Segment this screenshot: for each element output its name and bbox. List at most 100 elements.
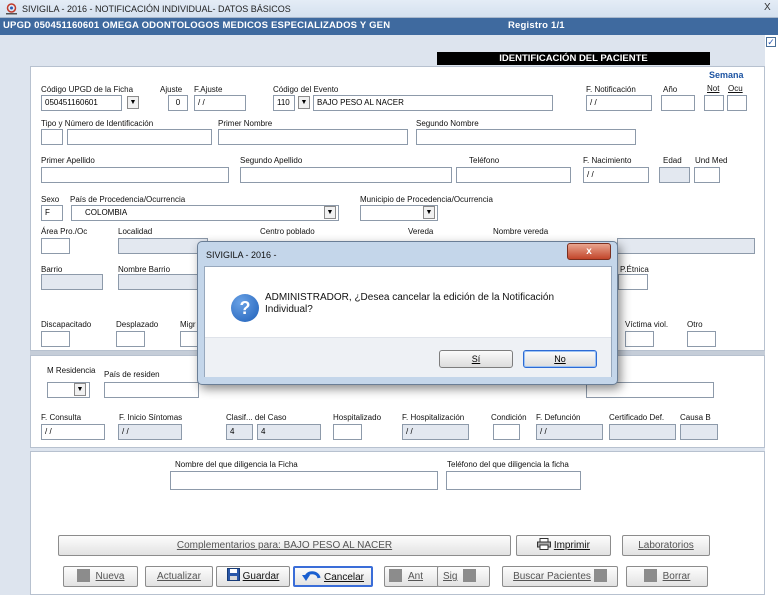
semana-ocu-field[interactable]: [727, 95, 747, 111]
window-close-button[interactable]: X: [764, 2, 771, 13]
semana-label: Semana: [709, 70, 744, 80]
search-patient-icon: [593, 569, 607, 582]
area-field[interactable]: [41, 238, 70, 254]
certificado-label: Certificado Def.: [609, 413, 665, 422]
otro-field[interactable]: [687, 331, 716, 347]
evento-nombre-field[interactable]: BAJO PESO AL NACER: [313, 95, 553, 111]
dialog-body: ? ADMINISTRADOR, ¿Desea cancelar la edic…: [204, 266, 612, 377]
yes-button[interactable]: Sí: [439, 350, 513, 368]
f-defuncion-label: F. Defunción: [536, 413, 581, 422]
telefono-field[interactable]: [456, 167, 571, 183]
borrar-button[interactable]: Borrar: [626, 566, 708, 587]
tipo-id-field[interactable]: [41, 129, 63, 145]
nueva-label: Nueva: [95, 571, 125, 582]
ajuste-field[interactable]: 0: [168, 95, 188, 111]
hospitalizado-label: Hospitalizado: [333, 413, 382, 422]
p-etnica-field[interactable]: [618, 274, 648, 290]
municipio-dropdown[interactable]: ▼: [423, 206, 435, 219]
migrante-label: Migr: [180, 320, 196, 329]
numero-id-field[interactable]: [67, 129, 212, 145]
pais-field[interactable]: COLOMBIA: [71, 205, 339, 221]
codigo-evento-field[interactable]: 110: [273, 95, 295, 111]
actualizar-button[interactable]: Actualizar: [145, 566, 213, 587]
f-notificacion-field[interactable]: / /: [586, 95, 652, 111]
tipo-id-label: Tipo y Número de Identificación: [41, 119, 154, 128]
diligencia-tel-label: Teléfono del que diligencia la ficha: [447, 460, 569, 469]
cancelar-button[interactable]: Cancelar: [293, 566, 373, 587]
anio-field[interactable]: [661, 95, 695, 111]
clasif-field-1: 4: [226, 424, 253, 440]
pais-residencia-field[interactable]: [104, 382, 199, 398]
no-button[interactable]: No: [523, 350, 597, 368]
diligencia-tel-field[interactable]: [446, 471, 581, 490]
f-nacimiento-field[interactable]: / /: [583, 167, 649, 183]
f-defuncion-field: / /: [536, 424, 603, 440]
imprimir-label: Imprimir: [553, 540, 590, 551]
pais-label: País de Procedencia/Ocurrencia: [70, 195, 186, 204]
complementarios-button[interactable]: Complementarios para: BAJO PESO AL NACER: [58, 535, 511, 556]
f-consulta-field[interactable]: / /: [41, 424, 105, 440]
semana-not-field[interactable]: [704, 95, 724, 111]
delete-icon: [643, 569, 657, 582]
desplazado-field[interactable]: [116, 331, 145, 347]
condicion-label: Condición: [491, 413, 527, 422]
f-consulta-label: F. Consulta: [41, 413, 82, 422]
codigo-evento-dropdown[interactable]: ▼: [298, 96, 310, 109]
ajuste-label: Ajuste: [160, 85, 183, 94]
primer-nombre-field[interactable]: [218, 129, 408, 145]
nombre-barrio-field: [118, 274, 208, 290]
ant-button[interactable]: Ant: [384, 566, 439, 587]
laboratorios-label: Laboratorios: [638, 540, 694, 551]
not-label: Not: [707, 84, 720, 93]
registro-counter: Registro 1/1: [508, 20, 565, 31]
buscar-pacientes-button[interactable]: Buscar Pacientes: [502, 566, 618, 587]
sig-button[interactable]: Sig: [437, 566, 490, 587]
diligencia-nombre-field[interactable]: [170, 471, 438, 490]
new-icon: [76, 569, 90, 582]
centro-poblado-label: Centro poblado: [260, 227, 315, 236]
segundo-apellido-label: Segundo Apellido: [240, 156, 303, 165]
question-icon: ?: [231, 294, 259, 322]
prev-icon: [389, 569, 402, 582]
segundo-apellido-field[interactable]: [240, 167, 452, 183]
f-ajuste-field[interactable]: / /: [194, 95, 246, 111]
segundo-nombre-field[interactable]: [416, 129, 636, 145]
sexo-field[interactable]: F: [41, 205, 63, 221]
imprimir-button[interactable]: Imprimir: [516, 535, 611, 556]
desplazado-label: Desplazado: [116, 320, 159, 329]
primer-apellido-field[interactable]: [41, 167, 229, 183]
clasif-label: Clasif... del Caso: [226, 413, 287, 422]
ocu-label: Ocu: [728, 84, 743, 93]
anio-label: Año: [663, 85, 678, 94]
actualizar-label: Actualizar: [157, 571, 201, 582]
f-nacimiento-label: F. Nacimiento: [583, 156, 632, 165]
codigo-upgd-field[interactable]: 050451160601: [41, 95, 122, 111]
f-inicio-field: / /: [118, 424, 182, 440]
save-icon: [226, 568, 240, 581]
discapacitado-field[interactable]: [41, 331, 70, 347]
nombre-vereda-label: Nombre vereda: [493, 227, 549, 236]
victima-field[interactable]: [625, 331, 654, 347]
und-med-field[interactable]: [694, 167, 720, 183]
dialog-footer: Sí No: [205, 337, 611, 377]
codigo-upgd-dropdown[interactable]: ▼: [127, 96, 139, 109]
laboratorios-button[interactable]: Laboratorios: [622, 535, 710, 556]
causa-label: Causa B: [680, 413, 711, 422]
guardar-button[interactable]: Guardar: [216, 566, 290, 587]
window-title: SIVIGILA - 2016 - NOTIFICACIÓN INDIVIDUA…: [22, 4, 291, 14]
condicion-field[interactable]: [493, 424, 520, 440]
complementarios-label: Complementarios para: BAJO PESO AL NACER: [176, 540, 393, 551]
m-residencia-dropdown[interactable]: ▼: [74, 383, 86, 396]
primer-nombre-label: Primer Nombre: [218, 119, 273, 128]
dialog-close-button[interactable]: x: [567, 243, 611, 260]
hospitalizado-field[interactable]: [333, 424, 362, 440]
section-header: IDENTIFICACIÓN DEL PACIENTE: [437, 52, 710, 65]
nombre-barrio-label: Nombre Barrio: [118, 265, 171, 274]
primer-apellido-label: Primer Apellido: [41, 156, 95, 165]
nueva-button[interactable]: Nueva: [63, 566, 138, 587]
guardar-label: Guardar: [242, 571, 280, 582]
window-titlebar: SIVIGILA - 2016 - NOTIFICACIÓN INDIVIDUA…: [0, 0, 778, 18]
checkbox[interactable]: ✓: [766, 37, 776, 47]
upgd-title: UPGD 050451160601 OMEGA ODONTOLOGOS MEDI…: [3, 20, 391, 31]
pais-dropdown[interactable]: ▼: [324, 206, 336, 219]
